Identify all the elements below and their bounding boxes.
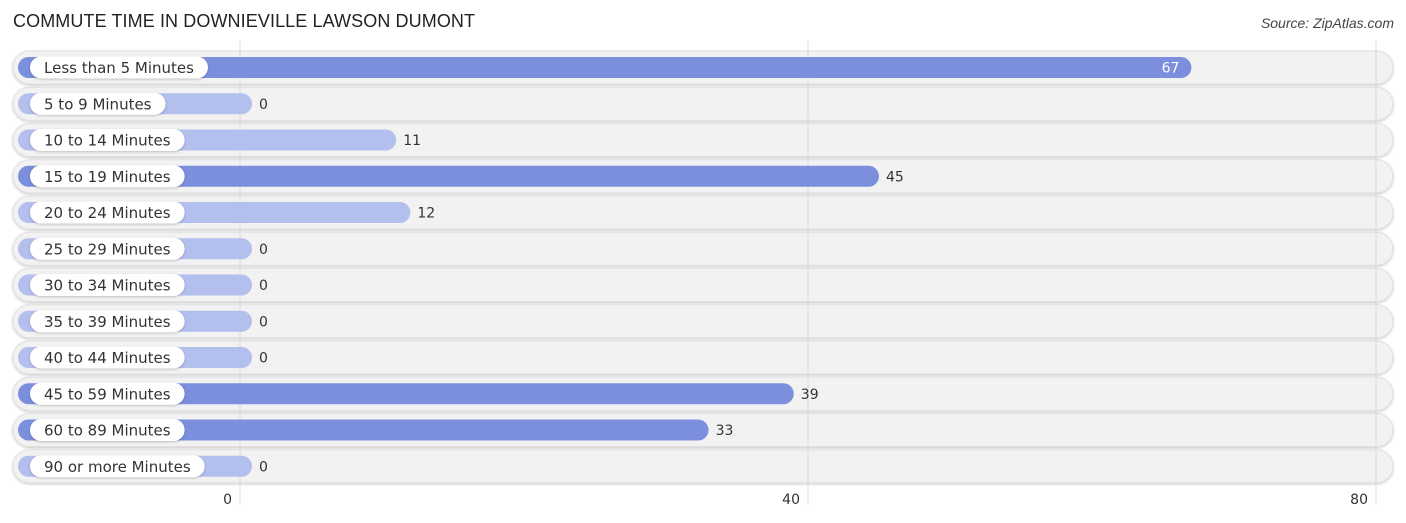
value-label: 39 xyxy=(801,387,819,403)
bar-chart: Less than 5 Minutes 67 5 to 9 Minutes 0 10 t… xyxy=(12,40,1394,508)
category-label: 30 to 34 Minutes xyxy=(44,277,171,295)
value-label: 11 xyxy=(403,133,421,149)
value-label: 0 xyxy=(259,351,268,367)
value-label: 33 xyxy=(716,423,734,439)
value-label: 0 xyxy=(259,314,268,330)
value-label: 0 xyxy=(259,242,268,258)
category-label: 35 to 39 Minutes xyxy=(44,313,171,331)
value-label: 0 xyxy=(259,97,268,113)
x-tick-label: 40 xyxy=(782,492,800,508)
category-label: 60 to 89 Minutes xyxy=(44,422,171,440)
value-label: 67 xyxy=(1162,61,1180,77)
category-label: 20 to 24 Minutes xyxy=(44,204,171,222)
category-label: 25 to 29 Minutes xyxy=(44,240,171,258)
category-label: 15 to 19 Minutes xyxy=(44,168,171,186)
value-label: 45 xyxy=(886,169,904,185)
category-label: 90 or more Minutes xyxy=(44,458,191,476)
category-label: 5 to 9 Minutes xyxy=(44,95,152,113)
x-tick-label: 80 xyxy=(1350,492,1368,508)
x-tick-label: 0 xyxy=(223,492,232,508)
category-label: Less than 5 Minutes xyxy=(44,59,194,77)
value-label: 0 xyxy=(259,459,268,475)
value-label: 12 xyxy=(417,206,435,222)
category-label: 40 to 44 Minutes xyxy=(44,349,171,367)
category-label: 45 to 59 Minutes xyxy=(44,385,171,403)
category-label: 10 to 14 Minutes xyxy=(44,132,171,150)
value-label: 0 xyxy=(259,278,268,294)
